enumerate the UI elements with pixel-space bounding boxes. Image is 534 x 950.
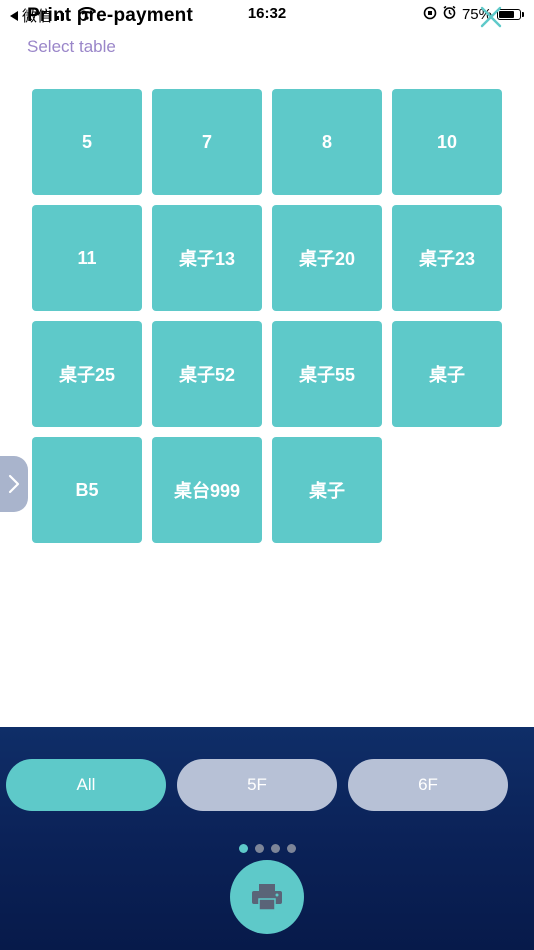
orientation-lock-icon [423,6,437,24]
table-label: 桌子55 [298,365,356,385]
table-label: 桌子 [429,365,465,385]
alarm-icon [442,5,457,24]
table-tile[interactable]: 桌子20 [272,205,382,311]
table-tile[interactable]: 桌子 [272,437,382,543]
floor-tab-6f[interactable]: 6F [348,759,508,811]
table-tile[interactable]: 7 [152,89,262,195]
chevron-right-icon [8,474,20,494]
table-label: 10 [436,131,458,152]
table-label: 桌子13 [178,249,236,269]
table-label: 11 [77,247,97,268]
table-tile[interactable]: 桌子 [392,321,502,427]
table-tile[interactable]: 桌子55 [272,321,382,427]
table-tile[interactable]: 桌子25 [32,321,142,427]
table-label: 桌子 [309,481,345,501]
table-tile[interactable]: 桌子23 [392,205,502,311]
table-label: 5 [81,131,92,152]
table-label: 桌子52 [178,365,236,385]
table-label: B5 [75,479,99,500]
status-right: 75% [423,5,524,24]
bottom-panel: All 5F 6F [0,727,534,950]
page-dot [270,844,280,853]
table-label: 桌子25 [58,365,116,385]
page-dot [238,844,248,853]
table-grid: 5 7 8 10 11 桌子13 桌子20 桌子23 桌子25 桌子52 桌子55 桌子 B5 桌台999… [32,89,502,543]
print-button[interactable] [230,860,304,934]
floor-tab-5f[interactable]: 5F [177,759,337,811]
table-tile[interactable]: 桌台999 [152,437,262,543]
floor-tabs: All 5F 6F [6,759,508,811]
table-label: 桌子23 [418,249,476,269]
page-dot [254,844,264,853]
table-label: 桌子20 [298,249,356,269]
page-title: Print pre-payment [27,5,193,26]
floor-tab-all[interactable]: All [6,759,166,811]
table-label: 8 [321,131,332,152]
table-tile[interactable]: 8 [272,89,382,195]
table-tile[interactable]: 桌子52 [152,321,262,427]
drawer-toggle[interactable] [0,456,28,512]
close-icon [480,6,502,28]
page-dot [286,844,296,853]
table-tile[interactable]: 11 [32,205,142,311]
select-table-label: Select table [27,37,116,56]
table-tile[interactable]: 5 [32,89,142,195]
page-indicator [0,844,534,853]
table-label: 7 [201,131,212,152]
printer-icon [252,884,282,911]
table-tile[interactable]: B5 [32,437,142,543]
screen: 微信 16:32 75% Print pre-payment Select ta… [0,0,534,950]
table-tile[interactable]: 桌子13 [152,205,262,311]
table-tile[interactable]: 10 [392,89,502,195]
close-button[interactable] [478,4,504,30]
table-label: 桌台999 [173,481,241,501]
